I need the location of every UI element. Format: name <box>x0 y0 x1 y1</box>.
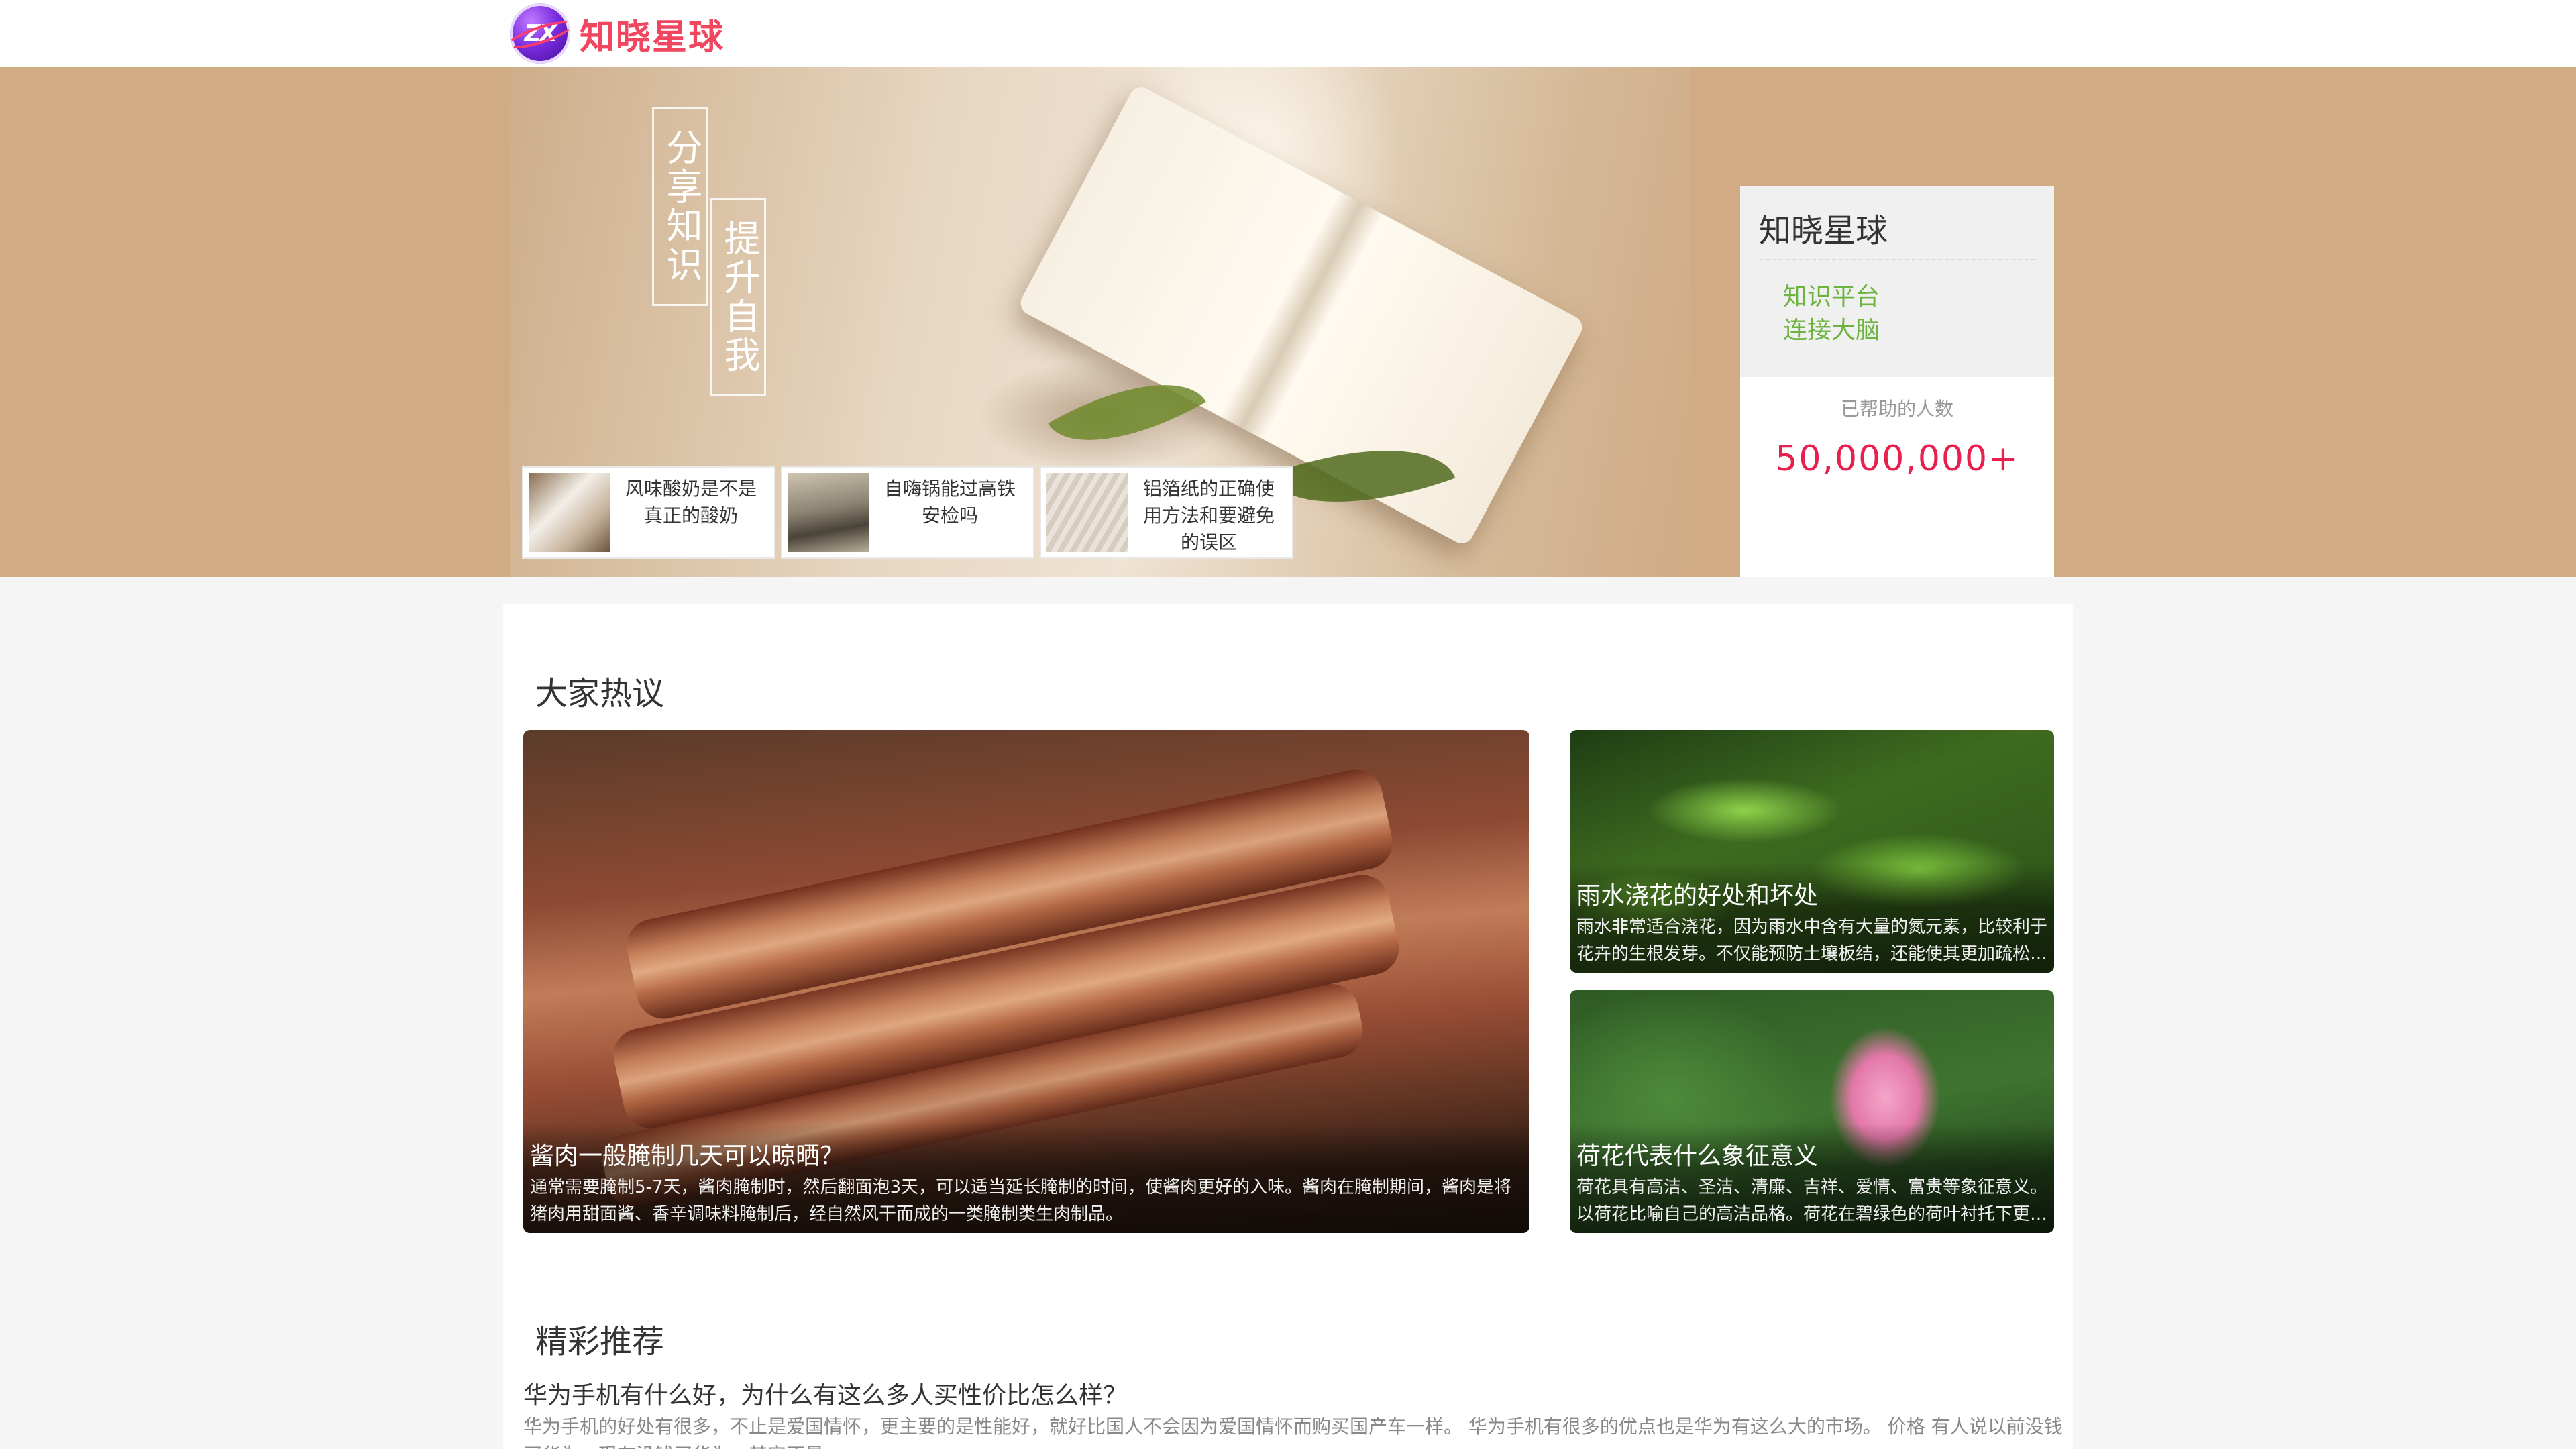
recommend-item-title[interactable]: 华为手机有什么好，为什么有这么多人买性价比怎么样？ <box>523 1379 2066 1413</box>
train-thumbnail <box>788 473 869 552</box>
yogurt-thumbnail <box>529 473 610 552</box>
tagline-knowledge: 知识平台 <box>1783 283 1880 311</box>
banner-article-card[interactable]: 风味酸奶是不是真正的酸奶 <box>522 466 775 559</box>
helped-count-value: 50,000,000+ <box>1775 439 2019 479</box>
section-title-hot: 大家热议 <box>535 675 665 712</box>
logo-text: 知晓星球 <box>580 17 725 58</box>
top-header: ZX 知晓星球 <box>0 0 2576 67</box>
banner-slogan-share: 分享知识 <box>652 107 708 306</box>
site-logo[interactable]: ZX 知晓星球 <box>504 3 725 64</box>
main-content: 大家热议 酱肉一般腌制几天可以晾晒？ 通常需要腌制5-7天，酱肉腌制时，然后翻面… <box>503 604 2073 1449</box>
banner-article-title: 风味酸奶是不是真正的酸奶 <box>625 478 757 527</box>
banner-article-list: 风味酸奶是不是真正的酸奶 自嗨锅能过高铁安检吗 铝箔纸的正确使用方法和要避免的误… <box>522 466 1293 559</box>
banner-article-card[interactable]: 自嗨锅能过高铁安检吗 <box>781 466 1034 559</box>
hot-article-title: 雨水浇花的好处和坏处 <box>1576 882 1819 910</box>
featured-article-card[interactable]: 酱肉一般腌制几天可以晾晒？ 通常需要腌制5-7天，酱肉腌制时，然后翻面泡3天，可… <box>523 730 1529 1233</box>
hot-article-card[interactable]: 雨水浇花的好处和坏处 雨水非常适合浇花，因为雨水中含有大量的氮元素，比较利于花卉… <box>1570 730 2054 973</box>
banner-slogan-improve: 提升自我 <box>710 198 766 396</box>
hot-article-summary: 荷花具有高洁、圣洁、清廉、吉祥、爱情、富贵等象征意义。以荷花比喻自己的高洁品格。… <box>1576 1177 2048 1224</box>
recommend-item-summary: 华为手机的好处有很多，不止是爱国情怀，更主要的是性能好，就好比国人不会因为爱国情… <box>523 1415 2063 1449</box>
hot-article-title: 荷花代表什么象征意义 <box>1576 1142 1819 1170</box>
foil-thumbnail <box>1046 473 1128 552</box>
logo-icon: ZX <box>504 3 576 64</box>
featured-article-summary: 通常需要腌制5-7天，酱肉腌制时，然后翻面泡3天，可以适当延长腌制的时间，使酱肉… <box>530 1177 1512 1224</box>
banner-article-card[interactable]: 铝箔纸的正确使用方法和要避免的误区 <box>1040 466 1293 559</box>
hot-article-summary: 雨水非常适合浇花，因为雨水中含有大量的氮元素，比较利于花卉的生根发芽。不仅能预防… <box>1576 917 2048 964</box>
recommend-list-item[interactable]: 华为手机有什么好，为什么有这么多人买性价比怎么样？ 华为手机的好处有很多，不止是… <box>523 1379 2066 1449</box>
banner-article-title: 铝箔纸的正确使用方法和要避免的误区 <box>1142 478 1275 553</box>
hero-banner: 分享知识 提升自我 风味酸奶是不是真正的酸奶 自嗨锅能过高铁安检吗 铝箔纸的正确… <box>0 67 2576 577</box>
banner-article-title: 自嗨锅能过高铁安检吗 <box>883 478 1016 527</box>
hot-article-card[interactable]: 荷花代表什么象征意义 荷花具有高洁、圣洁、清廉、吉祥、爱情、富贵等象征意义。以荷… <box>1570 990 2054 1233</box>
helped-count-label: 已帮助的人数 <box>1840 398 1953 420</box>
featured-article-title: 酱肉一般腌制几天可以晾晒？ <box>530 1142 845 1170</box>
platform-stats-card: 知晓星球 知识平台 连接大脑 已帮助的人数 50,000,000+ <box>1740 186 2054 577</box>
section-title-recommend: 精彩推荐 <box>535 1323 665 1360</box>
stats-card-title: 知晓星球 <box>1759 204 2035 260</box>
tagline-connect: 连接大脑 <box>1783 317 1880 344</box>
